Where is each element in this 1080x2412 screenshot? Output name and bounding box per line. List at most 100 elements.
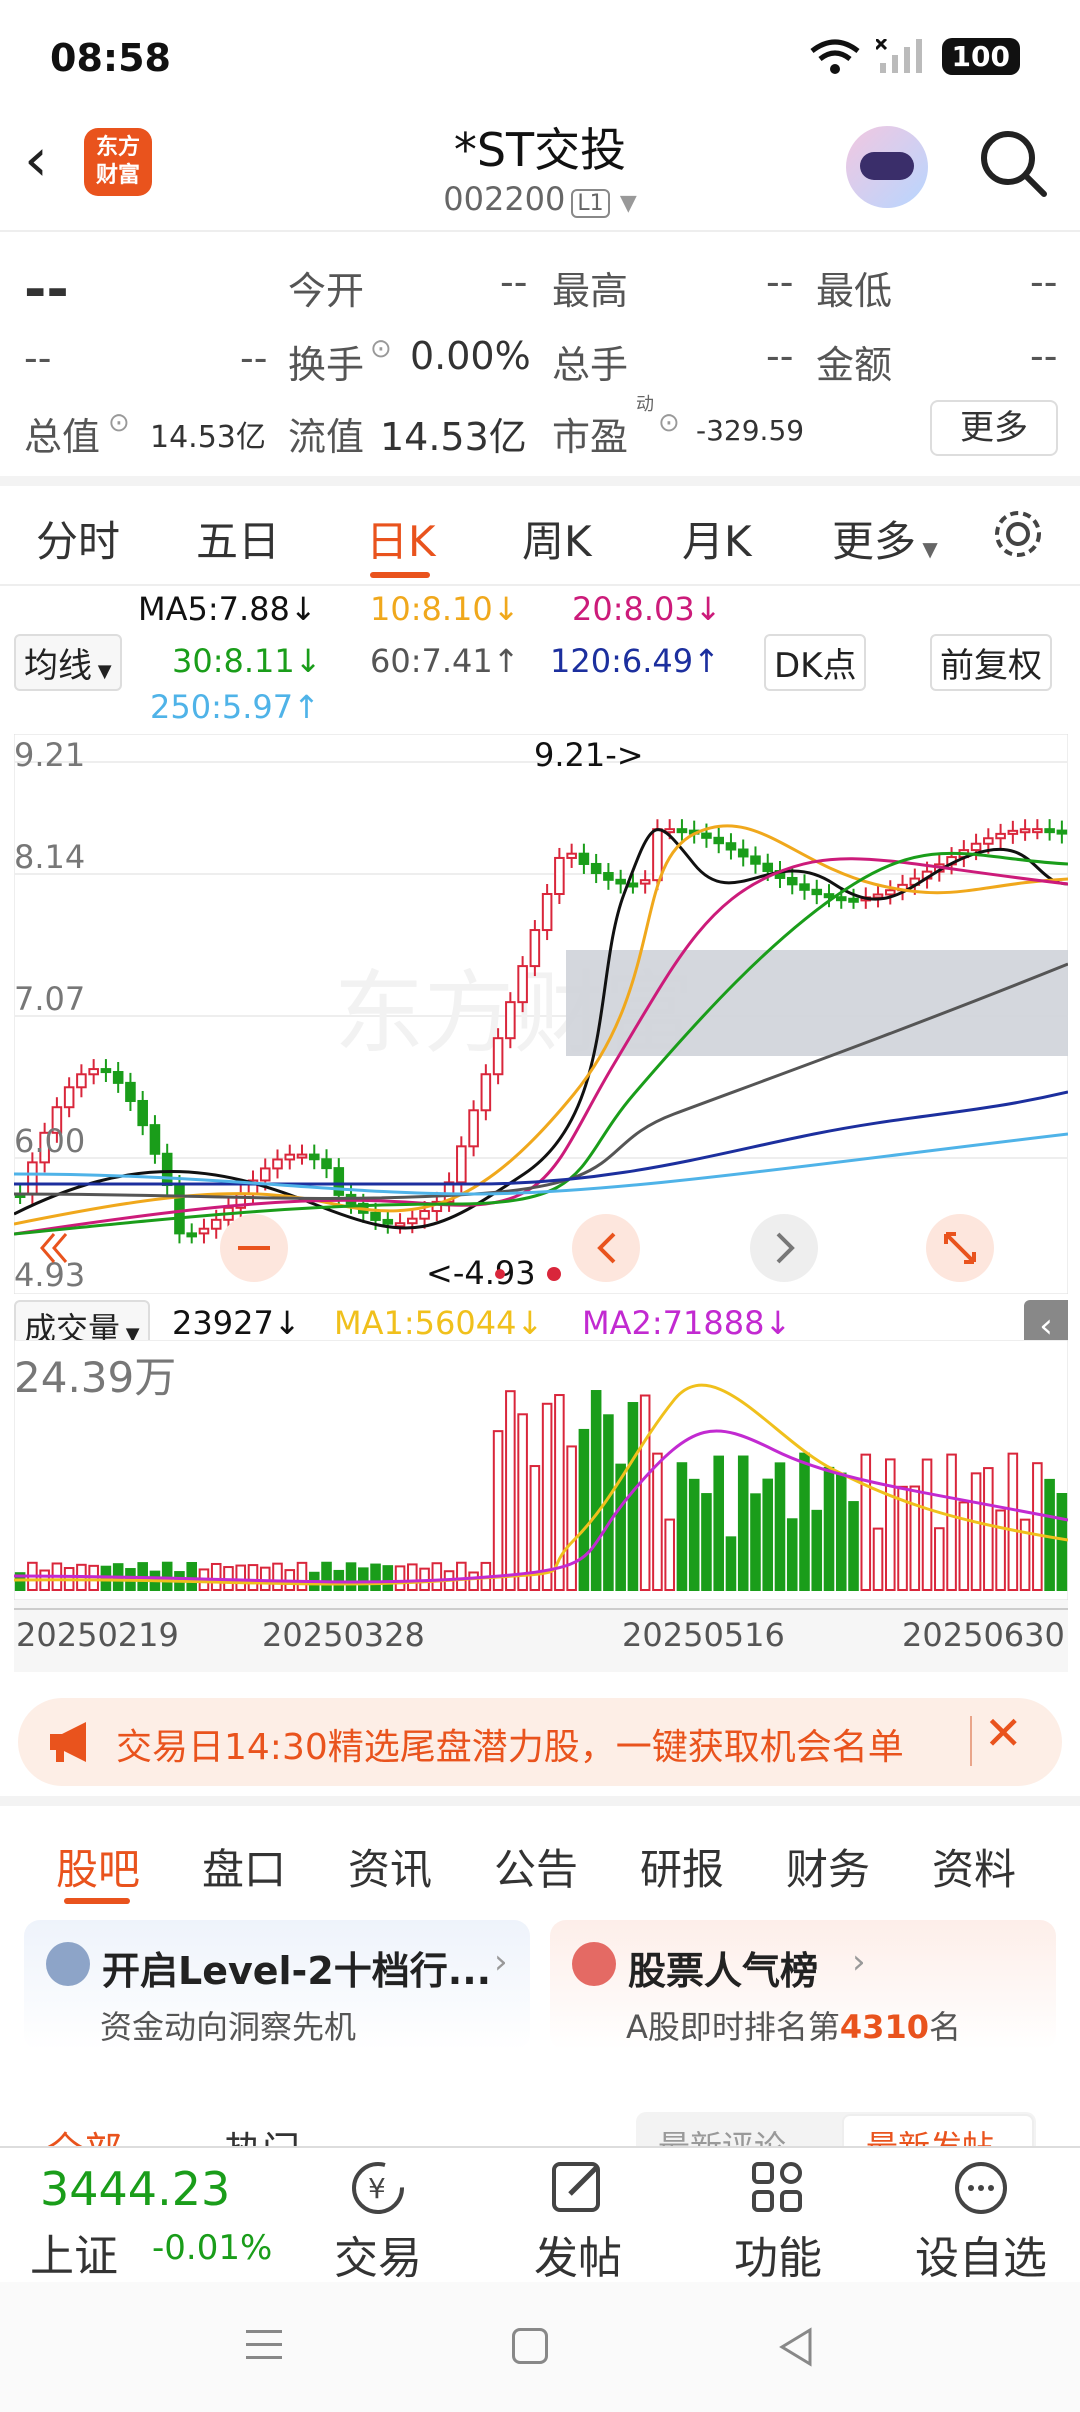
close-icon[interactable]: ✕ xyxy=(984,1706,1023,1760)
candle-body xyxy=(590,862,602,875)
candle-body xyxy=(541,893,553,932)
volume-bar xyxy=(259,1566,271,1592)
ma20-value: 20:8.03↓ xyxy=(572,590,722,628)
candle-body xyxy=(419,1210,430,1220)
info-icon[interactable]: ⊙ xyxy=(370,334,392,364)
candle-body xyxy=(872,893,884,899)
volume-bar xyxy=(517,1413,528,1592)
level2-card[interactable]: 开启Level-2十档行... › 资金动向洞察先机 xyxy=(24,1920,530,2050)
feed-tab-hot[interactable]: 热门 xyxy=(224,2120,300,2146)
feed-tab-all[interactable]: 全部 xyxy=(46,2120,122,2146)
tab-profile[interactable]: 资料 xyxy=(932,1836,1016,1897)
gear-icon[interactable] xyxy=(990,506,1046,562)
date-label-4: 20250630 xyxy=(902,1616,1065,1654)
volume-bar xyxy=(737,1455,749,1591)
volume-bar xyxy=(811,1509,823,1591)
volume-bar xyxy=(235,1564,247,1592)
caret-down-icon: ▼ xyxy=(619,191,637,216)
tab-announcements[interactable]: 公告 xyxy=(494,1836,578,1897)
amount-label: 金额 xyxy=(816,343,893,387)
dk-point-button[interactable]: DK点 xyxy=(764,634,867,691)
tab-daily-k[interactable]: 日K xyxy=(366,508,436,569)
back-nav-icon[interactable] xyxy=(776,2326,816,2368)
date-label-3: 20250516 xyxy=(622,1616,785,1654)
tab-news[interactable]: 资讯 xyxy=(348,1836,432,1897)
kline-chart[interactable]: 东方财富 9.21 8.14 7.07 6.00 4.93 9.21-> <-4… xyxy=(13,733,1069,1295)
candle-body xyxy=(786,876,798,886)
tab-finance[interactable]: 财务 xyxy=(786,1836,870,1897)
volume-bar xyxy=(970,1472,982,1591)
post-button[interactable]: 发帖 xyxy=(518,2158,638,2286)
volume-value: 23927↓ xyxy=(172,1304,301,1342)
price: -- xyxy=(24,258,69,321)
popularity-card[interactable]: 股票人气榜 › A股即时排名第4310名 xyxy=(550,1920,1056,2050)
min-label: <-4.93 xyxy=(426,1254,536,1292)
volume-bar xyxy=(247,1564,259,1592)
volume-bar xyxy=(505,1390,516,1591)
search-icon[interactable] xyxy=(978,128,1050,200)
popularity-desc: A股即时排名第4310名 xyxy=(626,2002,961,2048)
divider xyxy=(970,1716,972,1766)
volume-bar xyxy=(321,1561,332,1591)
candle-body xyxy=(382,1218,394,1225)
prev-button[interactable] xyxy=(572,1214,640,1282)
tab-monthly-k[interactable]: 月K xyxy=(682,508,752,569)
volume-bar xyxy=(713,1455,724,1591)
volume-svg: 24.39万 xyxy=(13,1339,1069,1601)
volume-ymax: 24.39万 xyxy=(14,1353,176,1402)
pe-label: 市盈 xyxy=(552,415,629,459)
amount-value: -- xyxy=(1030,334,1058,378)
y-tick-4: 6.00 xyxy=(14,1122,85,1160)
candle-body xyxy=(161,1152,173,1187)
tab-more-label: 更多 xyxy=(832,517,917,566)
sort-latest-comment[interactable]: 最新评论 xyxy=(658,2122,786,2146)
candle-body xyxy=(88,1068,99,1076)
volume-bar xyxy=(688,1478,700,1591)
yuan-icon: ¥ xyxy=(352,2162,404,2214)
trade-button[interactable]: ¥ 交易 xyxy=(318,2158,438,2286)
grid-icon xyxy=(752,2162,802,2212)
ma-select-button[interactable]: 均线 ▼ xyxy=(14,634,122,691)
tab-more[interactable]: 更多 ▼ xyxy=(832,508,938,569)
volume-bar xyxy=(860,1453,872,1592)
tab-intraday[interactable]: 分时 xyxy=(36,508,120,569)
volume-bar xyxy=(492,1430,504,1591)
candle-body xyxy=(259,1167,271,1182)
candle-body xyxy=(970,842,982,852)
volume-label: 总手 xyxy=(552,343,629,387)
level2-title: 开启Level-2十档行... xyxy=(102,1949,492,1993)
ma-panel: MA5:7.88↓ 10:8.10↓ 20:8.03↓ 均线 ▼ 30:8.11… xyxy=(0,588,1080,732)
info-icon[interactable]: ⊙ xyxy=(108,408,130,438)
home-icon[interactable] xyxy=(512,2328,548,2364)
tab-weekly-k[interactable]: 周K xyxy=(522,508,592,569)
volume-bar xyxy=(272,1562,283,1591)
ma-select-label: 均线 xyxy=(24,646,92,686)
menu-icon[interactable] xyxy=(246,2330,282,2366)
candle-body xyxy=(1044,828,1055,834)
tab-five-day[interactable]: 五日 xyxy=(196,508,280,569)
assistant-robot-icon[interactable] xyxy=(846,126,928,208)
signal-icon xyxy=(875,38,922,73)
info-icon[interactable]: ⊙ xyxy=(658,408,680,438)
candle-body xyxy=(835,896,847,902)
level-badge: L1 xyxy=(571,189,610,218)
volume-chart[interactable]: 24.39万 xyxy=(13,1339,1069,1640)
adjust-button[interactable]: 前复权 xyxy=(930,634,1052,691)
add-watchlist-button[interactable]: 设自选 xyxy=(906,2158,1056,2286)
next-button[interactable] xyxy=(750,1214,818,1282)
tab-pankou[interactable]: 盘口 xyxy=(202,1836,286,1897)
candle-body xyxy=(676,828,688,834)
index-value[interactable]: 3444.23 xyxy=(40,2162,230,2216)
more-button[interactable]: 更多 xyxy=(930,400,1058,456)
sort-latest-post[interactable]: 最新发帖 xyxy=(866,2122,994,2146)
change-value: -- xyxy=(24,336,52,380)
function-button[interactable]: 功能 xyxy=(718,2158,838,2286)
tab-research[interactable]: 研报 xyxy=(640,1836,724,1897)
max-label: 9.21-> xyxy=(534,736,644,774)
volume-bar xyxy=(664,1518,675,1591)
banner-text: 交易日14:30精选尾盘潜力股，一键获取机会名单 xyxy=(116,1727,904,1768)
open-label: 今开 xyxy=(288,269,365,313)
index-name[interactable]: 上证 xyxy=(30,2220,118,2284)
tab-guba[interactable]: 股吧 xyxy=(56,1836,140,1897)
promo-banner[interactable]: 交易日14:30精选尾盘潜力股，一键获取机会名单 ✕ xyxy=(18,1698,1062,1786)
